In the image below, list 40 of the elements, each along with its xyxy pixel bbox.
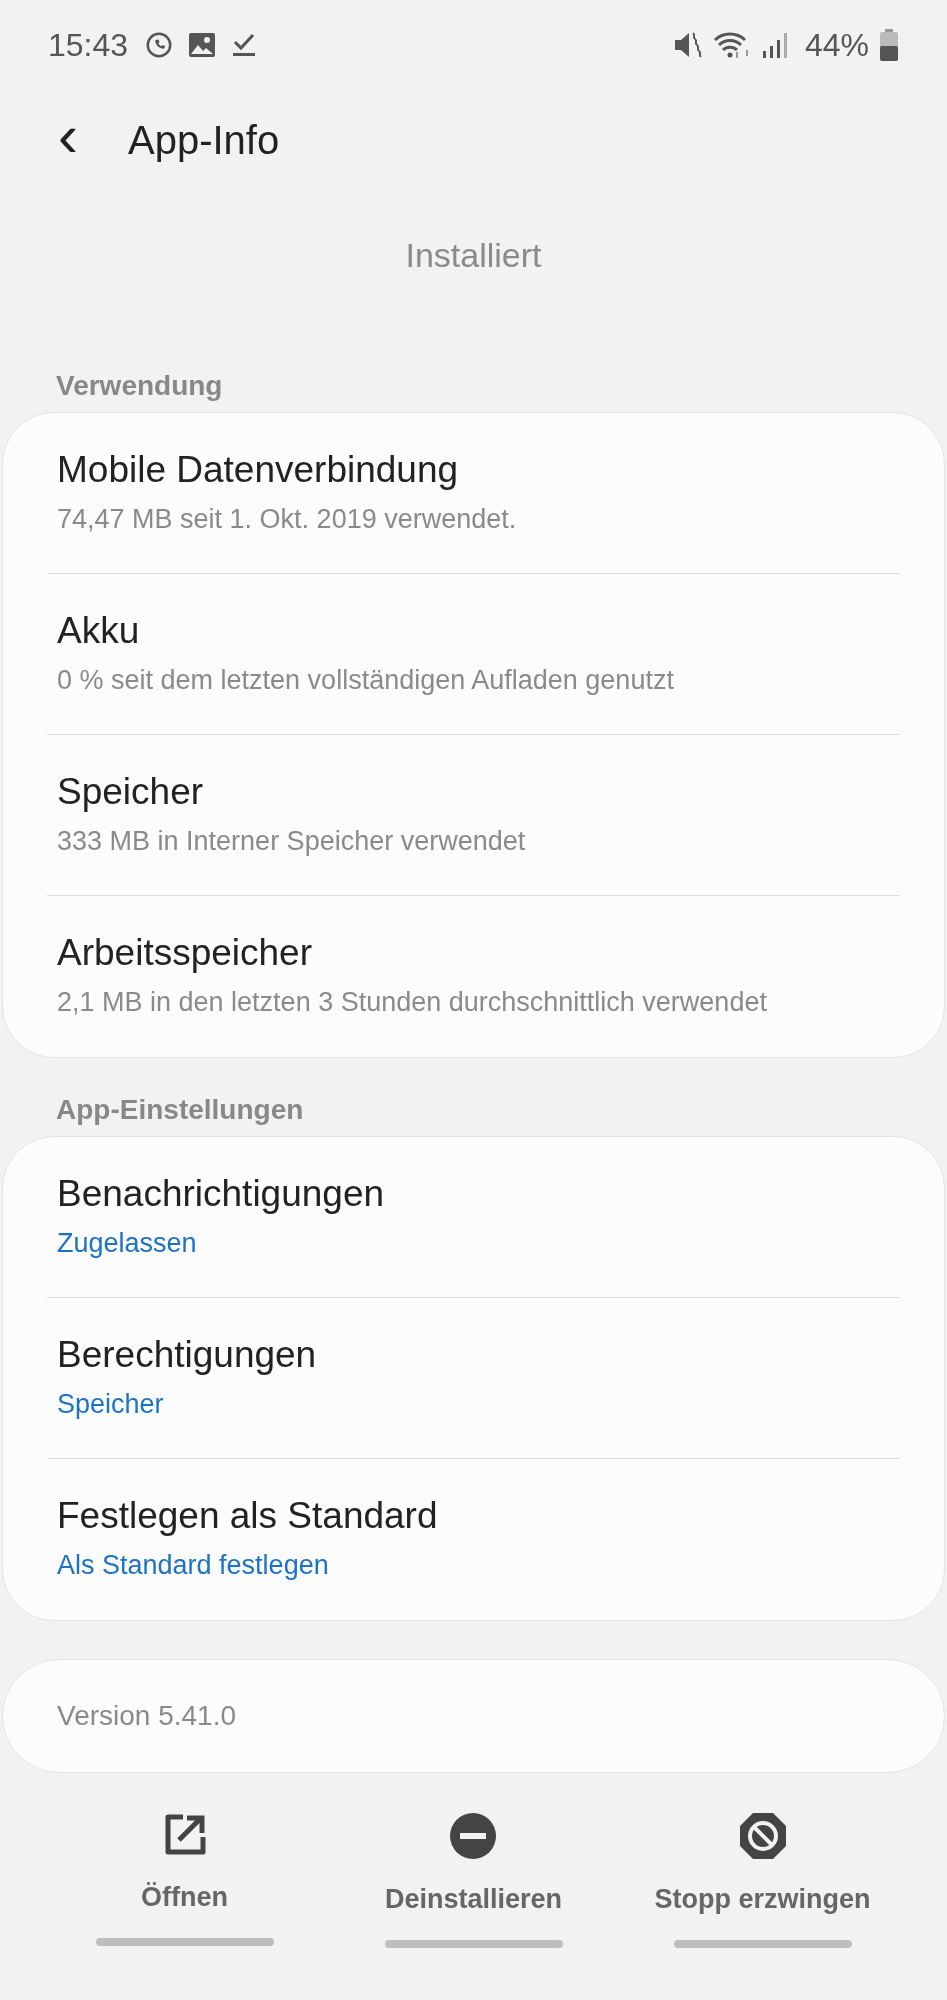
settings-item[interactable]: Speicher 333 MB in Interner Speicher verwendet	[47, 735, 900, 896]
action-button[interactable]: Stopp erzwingen	[654, 1813, 871, 1920]
install-status: Installiert	[405, 235, 542, 274]
item-subtitle: 0 % seit dem letzten vollständigen Aufladen genutzt	[57, 663, 675, 697]
page-title: App-Info	[128, 117, 280, 164]
item-title: Berechtigungen	[57, 1332, 318, 1377]
item-subtitle: Als Standard festlegen	[57, 1549, 330, 1583]
back-button[interactable]: ‹	[48, 106, 88, 166]
settings-item[interactable]: Berechtigungen Speicher	[47, 1298, 900, 1459]
item-title: Arbeitsspeicher	[57, 931, 313, 976]
battery-icon	[879, 29, 899, 61]
stop-sign-icon	[739, 1813, 786, 1859]
settings-item[interactable]: Mobile Datenverbindung 74,47 MB seit 1. Okt. 2019 verwendet.	[47, 413, 900, 574]
settings-item[interactable]: Arbeitsspeicher 2,1 MB in den letzten 3 Stunden durchschnittlich verwendet	[47, 896, 900, 1057]
minus-circle-icon	[450, 1813, 497, 1859]
item-subtitle: 333 MB in Interner Speicher verwendet	[57, 824, 527, 858]
item-subtitle: 74,47 MB seit 1. Okt. 2019 verwendet.	[57, 502, 518, 536]
item-title: Festlegen als Standard	[57, 1494, 439, 1539]
item-subtitle: Speicher	[57, 1387, 165, 1421]
section-header: App-Einstellungen	[56, 1093, 304, 1127]
item-title: Benachrichtigungen	[57, 1171, 386, 1216]
item-subtitle: Zugelassen	[57, 1226, 198, 1260]
wifi-icon	[712, 30, 751, 60]
action-button[interactable]: Öffnen	[141, 1813, 228, 1918]
image-icon	[188, 32, 217, 58]
settings-item[interactable]: Akku 0 % seit dem letzten vollständigen Aufladen genutzt	[47, 574, 900, 735]
action-button[interactable]: Deinstallieren	[384, 1813, 563, 1920]
download-done-icon	[232, 32, 257, 58]
item-title: Akku	[57, 608, 141, 653]
item-subtitle: 2,1 MB in den letzten 3 Stunden durchschnittlich verwendet	[57, 986, 768, 1020]
section-header: Verwendung	[56, 369, 223, 403]
settings-item[interactable]: Benachrichtigungen Zugelassen	[47, 1137, 900, 1298]
status-time: 15:43	[48, 26, 129, 65]
item-title: Speicher	[57, 769, 205, 814]
battery-percent: 44%	[804, 26, 869, 65]
version-text: Version 5.41.0	[57, 1699, 237, 1733]
settings-item[interactable]: Festlegen als Standard Als Standard festlegen	[47, 1459, 900, 1620]
item-title: Mobile Datenverbindung	[57, 447, 460, 492]
mute-icon	[672, 30, 703, 60]
signal-icon	[760, 31, 789, 59]
